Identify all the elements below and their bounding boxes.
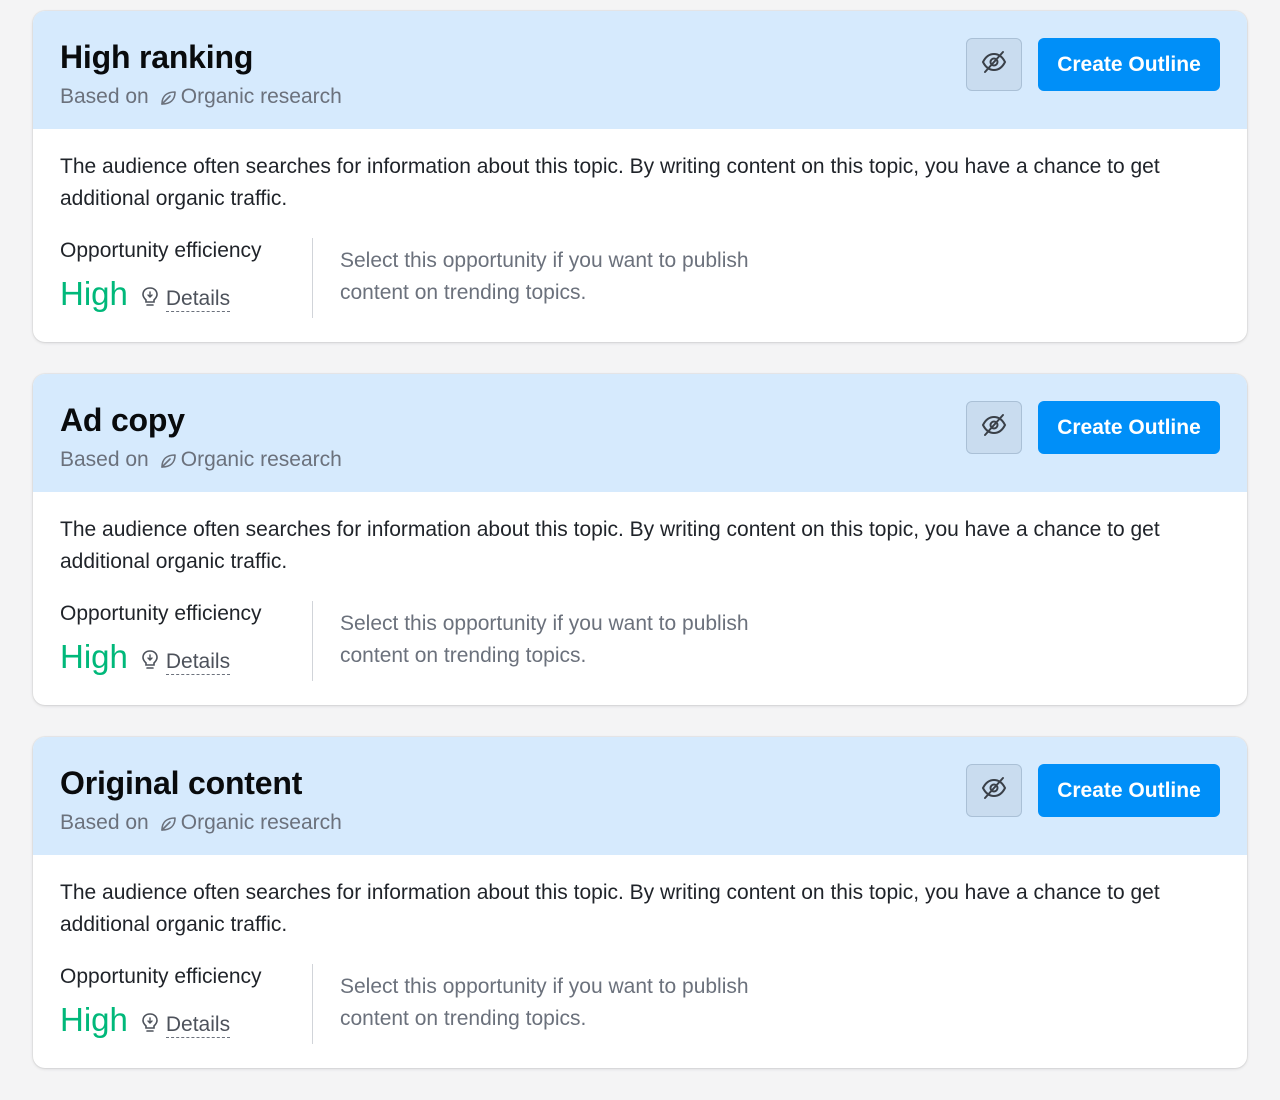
eye-slash-icon [981,412,1007,443]
efficiency-value: High [60,1001,128,1038]
hide-button[interactable] [966,38,1022,91]
header-actions: Create Outline [966,764,1220,817]
divider [312,964,313,1044]
efficiency-section: Opportunity efficiency High Details Sele… [60,601,1220,681]
efficiency-hint: Select this opportunity if you want to p… [340,975,749,1030]
header-actions: Create Outline [966,401,1220,454]
card-header: High ranking Based on Organic research C… [33,11,1247,129]
source-label: Organic research [180,85,342,108]
create-outline-button[interactable]: Create Outline [1038,38,1220,91]
card-body: The audience often searches for informat… [33,492,1247,681]
lightbulb-icon [140,649,160,671]
eye-slash-icon [981,49,1007,80]
opportunity-list: High ranking Based on Organic research C… [33,11,1247,1100]
efficiency-section: Opportunity efficiency High Details Sele… [60,238,1220,318]
efficiency-label: Opportunity efficiency [60,965,262,988]
card-body: The audience often searches for informat… [33,855,1247,1044]
divider [312,238,313,318]
efficiency-label: Opportunity efficiency [60,239,262,262]
leaf-icon [159,814,177,832]
efficiency-value: High [60,275,128,312]
divider [312,601,313,681]
based-on-prefix: Based on [60,811,149,834]
lightbulb-icon [140,286,160,308]
leaf-icon [159,88,177,106]
eye-slash-icon [981,775,1007,806]
create-outline-button[interactable]: Create Outline [1038,764,1220,817]
based-on-prefix: Based on [60,85,149,108]
card-description: The audience often searches for informat… [60,518,1160,573]
hide-button[interactable] [966,401,1022,454]
efficiency-metric: Opportunity efficiency High Details [60,601,312,681]
efficiency-value-row: High Details [60,637,312,677]
efficiency-metric: Opportunity efficiency High Details [60,964,312,1044]
details-link[interactable]: Details [165,1013,231,1038]
source-label: Organic research [180,811,342,834]
details-link[interactable]: Details [165,287,231,312]
card-description: The audience often searches for informat… [60,155,1160,210]
lightbulb-icon [140,1012,160,1034]
opportunity-card: Original content Based on Organic resear… [33,737,1247,1068]
opportunity-card: Ad copy Based on Organic research Create… [33,374,1247,705]
efficiency-hint: Select this opportunity if you want to p… [340,612,749,667]
efficiency-value-row: High Details [60,274,312,314]
efficiency-value: High [60,638,128,675]
details-link[interactable]: Details [165,650,231,675]
efficiency-hint: Select this opportunity if you want to p… [340,249,749,304]
based-on-prefix: Based on [60,448,149,471]
card-header: Original content Based on Organic resear… [33,737,1247,855]
header-actions: Create Outline [966,38,1220,91]
efficiency-section: Opportunity efficiency High Details Sele… [60,964,1220,1044]
opportunity-card: High ranking Based on Organic research C… [33,11,1247,342]
leaf-icon [159,451,177,469]
card-description: The audience often searches for informat… [60,881,1160,936]
efficiency-label: Opportunity efficiency [60,602,262,625]
efficiency-value-row: High Details [60,1000,312,1040]
card-header: Ad copy Based on Organic research Create… [33,374,1247,492]
efficiency-metric: Opportunity efficiency High Details [60,238,312,318]
card-body: The audience often searches for informat… [33,129,1247,318]
create-outline-button[interactable]: Create Outline [1038,401,1220,454]
hide-button[interactable] [966,764,1022,817]
source-label: Organic research [180,448,342,471]
